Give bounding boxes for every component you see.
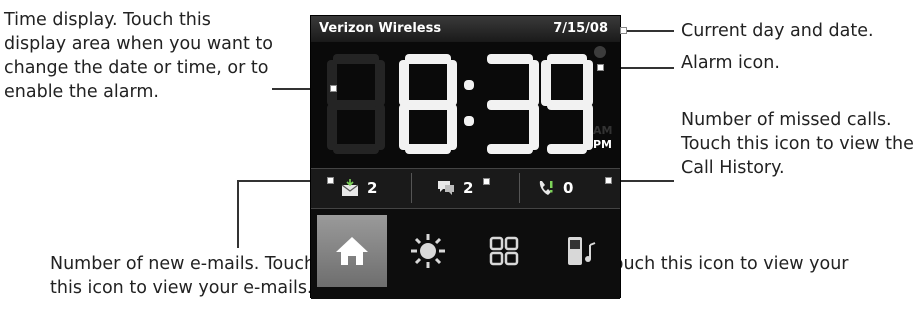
- phone-music-icon: [568, 237, 596, 265]
- carrier-name: Verizon Wireless: [319, 21, 442, 36]
- home-icon: [336, 237, 368, 265]
- email-icon: [341, 179, 359, 196]
- tab-home[interactable]: [317, 215, 387, 287]
- email-counter[interactable]: 2: [341, 178, 377, 198]
- dim-digit-segment: [333, 100, 379, 110]
- alarm-annotation: Alarm icon.: [681, 53, 780, 73]
- digit-segment: [547, 144, 587, 154]
- digit-segment: [529, 104, 539, 150]
- missed-call-icon: [539, 181, 553, 195]
- digit-segment: [487, 144, 533, 154]
- time-marker: [330, 85, 337, 92]
- digit-segment: [405, 144, 451, 154]
- apps-grid-icon: [489, 236, 519, 266]
- current-date[interactable]: 7/15/08: [553, 21, 608, 36]
- missed-calls-counter[interactable]: 0: [537, 178, 573, 198]
- digit-segment: [447, 60, 457, 106]
- digit-segment: [547, 54, 587, 64]
- text-message-counter[interactable]: 2: [437, 178, 473, 198]
- tab-apps[interactable]: [469, 215, 539, 287]
- emails-annotation: Number of new e-mails. Touch this icon t…: [50, 254, 316, 298]
- tab-weather[interactable]: [393, 215, 463, 287]
- digit-segment: [447, 104, 457, 150]
- digit-segment: [405, 54, 451, 64]
- tab-music[interactable]: [545, 215, 615, 287]
- sun-icon: [411, 234, 445, 268]
- digit-segment: [583, 104, 593, 150]
- email-marker: [327, 177, 334, 184]
- home-widget: Verizon Wireless 7/15/08 AM PM 2 2 0: [310, 15, 621, 299]
- email-leader-line-v: [237, 180, 239, 248]
- email-count: 2: [367, 179, 378, 197]
- counter-divider: [411, 173, 412, 203]
- dim-digit-segment: [333, 54, 379, 64]
- colon-dot: [464, 80, 474, 90]
- digit-segment: [583, 60, 593, 106]
- time-display-annotation: Time display. Touch this display area wh…: [4, 10, 273, 102]
- sms-marker: [483, 178, 490, 185]
- digit-segment: [529, 60, 539, 106]
- dim-digit-segment: [375, 104, 385, 150]
- missed-calls-count: 0: [563, 179, 574, 197]
- status-bar: Verizon Wireless 7/15/08: [311, 16, 620, 42]
- alarm-icon[interactable]: [594, 46, 606, 58]
- date-annotation: Current day and date.: [681, 21, 874, 41]
- calls-marker: [605, 177, 612, 184]
- am-indicator: AM: [593, 124, 613, 137]
- text-message-icon: [438, 181, 454, 195]
- alarm-marker: [597, 64, 604, 71]
- date-leader-line: [627, 30, 674, 32]
- digit-segment: [405, 100, 451, 110]
- text-message-count: 2: [463, 179, 474, 197]
- tab-bar: [311, 209, 620, 299]
- dim-digit-segment: [333, 144, 379, 154]
- pm-indicator: PM: [593, 138, 613, 151]
- date-marker: [620, 27, 627, 34]
- colon-dot: [464, 116, 474, 126]
- dim-digit-segment: [375, 60, 385, 106]
- digit-segment: [487, 100, 533, 110]
- digit-segment: [547, 100, 587, 110]
- missed-calls-annotation: Number of missed calls. Touch this icon …: [681, 110, 914, 178]
- digit-segment: [487, 54, 533, 64]
- counter-divider: [519, 173, 520, 203]
- notification-counters: 2 2 0: [311, 168, 620, 209]
- time-display[interactable]: AM PM: [311, 42, 620, 168]
